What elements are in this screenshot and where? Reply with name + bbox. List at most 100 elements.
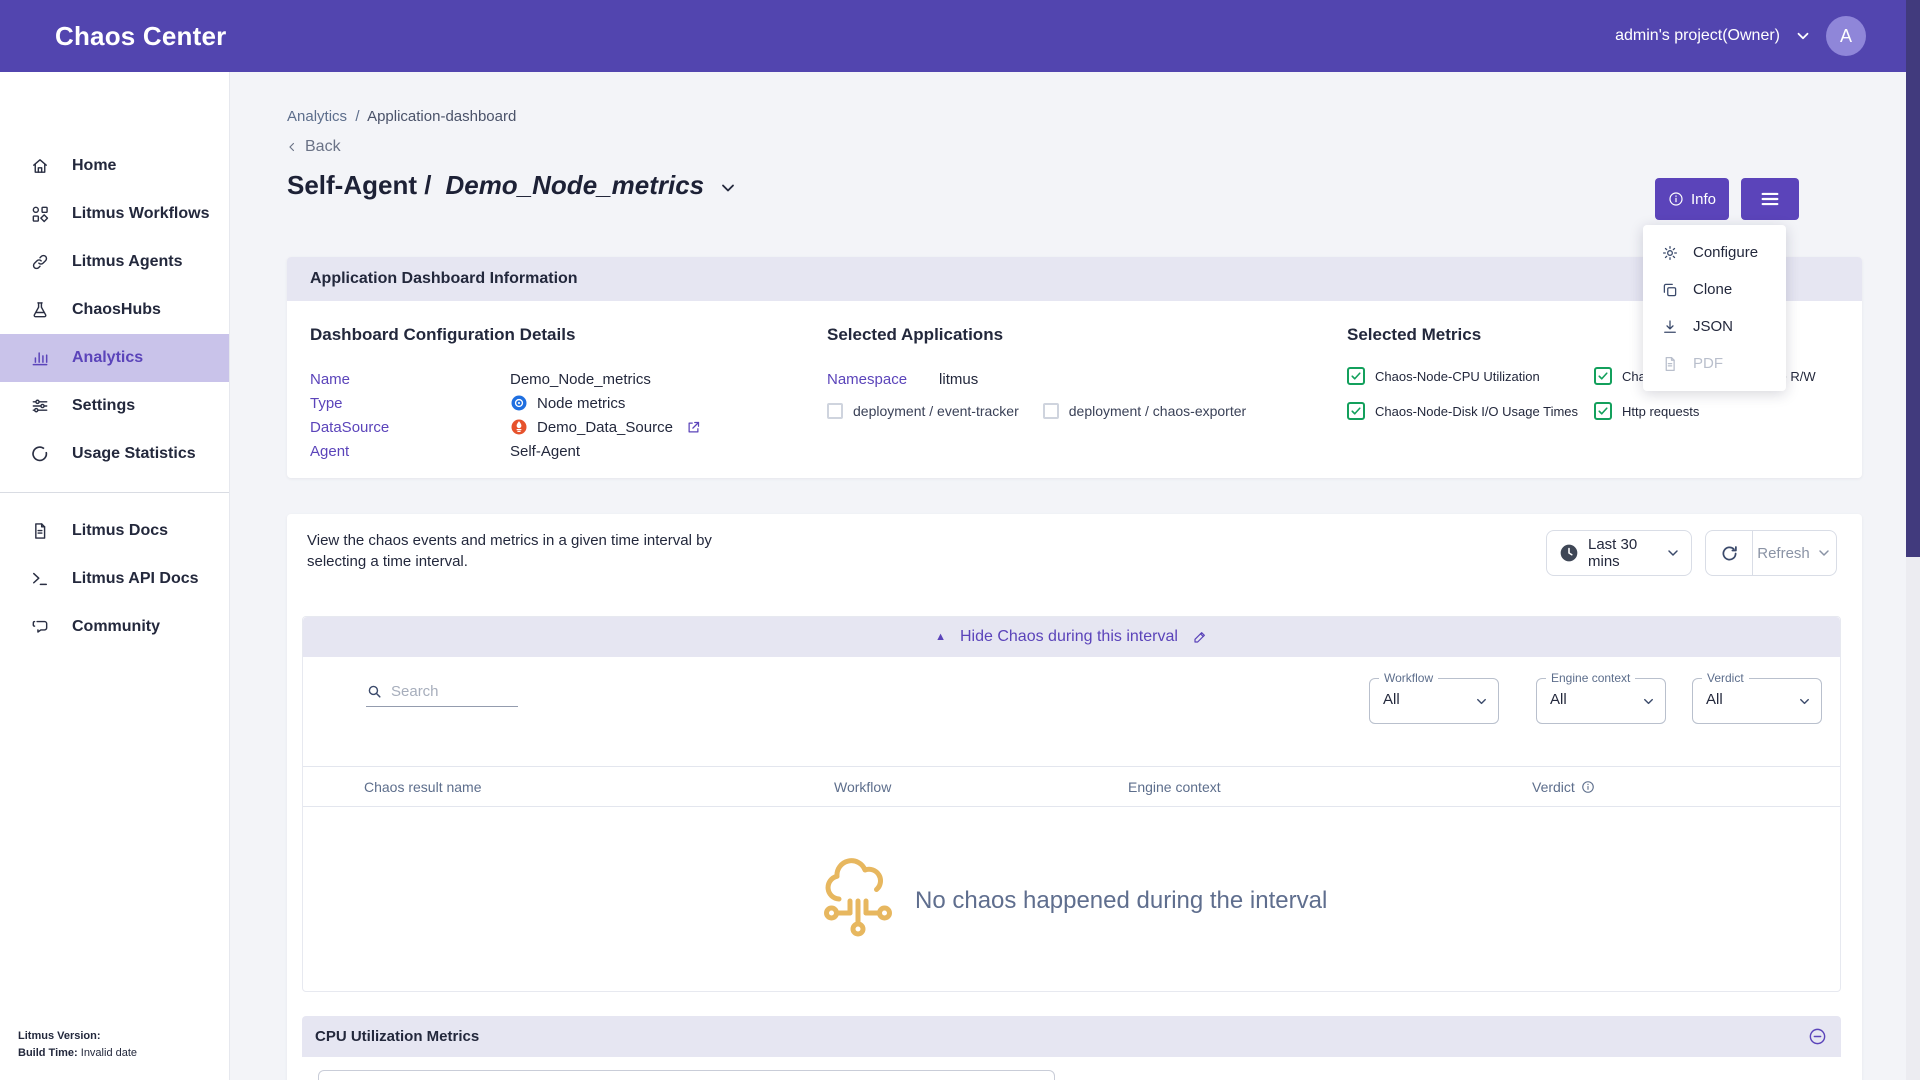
sidebar-item-label: Litmus API Docs bbox=[72, 570, 199, 588]
menu-item-json[interactable]: JSON bbox=[1643, 308, 1786, 345]
info-icon bbox=[1668, 191, 1684, 207]
node-metrics-icon bbox=[510, 394, 528, 412]
menu-item-configure[interactable]: Configure bbox=[1643, 234, 1786, 271]
column-header-workflow: Workflow bbox=[834, 779, 891, 795]
metric-disk-io-times[interactable]: Chaos-Node-Disk I/O Usage Times bbox=[1347, 402, 1594, 420]
search-icon bbox=[366, 683, 383, 700]
build-value: Invalid date bbox=[78, 1047, 137, 1059]
pencil-icon[interactable] bbox=[1192, 629, 1208, 645]
sidebar: Home Litmus Workflows Litmus Agents Chao… bbox=[0, 72, 230, 1080]
clone-icon bbox=[1661, 281, 1679, 299]
workflows-icon bbox=[30, 204, 50, 224]
checkbox-checked[interactable] bbox=[1347, 367, 1365, 385]
breadcrumb: Analytics / Application-dashboard bbox=[287, 108, 516, 125]
check-icon bbox=[1597, 405, 1609, 417]
config-row-agent: Agent Self-Agent bbox=[310, 439, 701, 463]
back-button[interactable]: Back bbox=[285, 138, 341, 156]
sidebar-item-analytics[interactable]: Analytics bbox=[0, 334, 229, 382]
hide-chaos-toggle[interactable]: ▲ Hide Chaos during this interval bbox=[303, 617, 1840, 657]
sidebar-item-label: Litmus Agents bbox=[72, 253, 183, 271]
check-icon bbox=[1597, 370, 1609, 382]
info-circle-icon[interactable] bbox=[1581, 780, 1595, 794]
table-divider bbox=[303, 806, 1840, 807]
avatar[interactable]: A bbox=[1826, 16, 1866, 56]
checkbox-checked[interactable] bbox=[1347, 402, 1365, 420]
engine-context-filter-select[interactable]: Engine context All bbox=[1536, 678, 1666, 724]
file-icon bbox=[1661, 355, 1679, 373]
refresh-controls: Refresh bbox=[1705, 530, 1837, 576]
sidebar-item-label: Usage Statistics bbox=[72, 445, 196, 463]
sidebar-item-settings[interactable]: Settings bbox=[0, 382, 229, 430]
bar-chart-icon bbox=[30, 348, 50, 368]
metrics-card: View the chaos events and metrics in a g… bbox=[287, 514, 1862, 1080]
column-header-engine-context: Engine context bbox=[1128, 779, 1221, 795]
sidebar-item-label: Home bbox=[72, 157, 116, 175]
selected-applications: Selected Applications Namespace litmus d… bbox=[827, 325, 1246, 419]
menu-item-pdf[interactable]: PDF bbox=[1643, 345, 1786, 382]
checkbox-event-tracker[interactable]: deployment / event-tracker bbox=[827, 403, 1019, 419]
project-selector-label[interactable]: admin's project(Owner) bbox=[1615, 27, 1780, 45]
version-label: Litmus Version: bbox=[18, 1030, 101, 1042]
config-row-name: Name Demo_Node_metrics bbox=[310, 367, 701, 391]
download-icon bbox=[1661, 318, 1679, 336]
collapse-triangle-icon: ▲ bbox=[935, 631, 946, 643]
sidebar-item-litmus-agents[interactable]: Litmus Agents bbox=[0, 238, 229, 286]
link-icon bbox=[30, 252, 50, 272]
empty-state: No chaos happened during the interval bbox=[823, 857, 1327, 945]
checkbox-unchecked[interactable] bbox=[827, 403, 843, 419]
checkbox-unchecked[interactable] bbox=[1043, 403, 1059, 419]
refresh-dropdown[interactable]: Refresh bbox=[1753, 531, 1836, 575]
chevron-left-icon bbox=[285, 140, 299, 154]
table-divider bbox=[303, 766, 1840, 767]
config-row-datasource: DataSource Demo_Data_Source bbox=[310, 415, 701, 439]
chevron-down-icon bbox=[1816, 545, 1832, 561]
brand-title: Chaos Center bbox=[55, 21, 226, 52]
sidebar-item-litmus-workflows[interactable]: Litmus Workflows bbox=[0, 190, 229, 238]
metric-http-requests[interactable]: Http requests bbox=[1594, 402, 1841, 420]
checkbox-checked[interactable] bbox=[1594, 402, 1612, 420]
chevron-down-icon[interactable] bbox=[718, 178, 738, 198]
search-input[interactable] bbox=[391, 683, 501, 700]
checkbox-checked[interactable] bbox=[1594, 367, 1612, 385]
application-dashboard-information-card: Application Dashboard Information Dashbo… bbox=[287, 257, 1862, 478]
time-range-dropdown[interactable]: Last 30 mins bbox=[1546, 530, 1692, 576]
sidebar-item-label: Analytics bbox=[72, 349, 143, 367]
chevron-down-icon[interactable] bbox=[1794, 27, 1812, 45]
column-header-chaos-result-name: Chaos result name bbox=[364, 779, 482, 795]
reload-button[interactable] bbox=[1706, 531, 1753, 575]
external-link-icon[interactable] bbox=[686, 420, 701, 435]
actions-dropdown-menu: Configure Clone JSON PDF bbox=[1643, 225, 1786, 391]
sidebar-item-label: ChaosHubs bbox=[72, 301, 161, 319]
check-icon bbox=[1350, 405, 1362, 417]
chevron-down-icon bbox=[1474, 694, 1489, 709]
sidebar-footer: Litmus Version: Build Time: Invalid date bbox=[18, 1028, 137, 1062]
flask-icon bbox=[30, 300, 50, 320]
sidebar-divider bbox=[0, 492, 229, 493]
sidebar-item-chaoshubs[interactable]: ChaosHubs bbox=[0, 286, 229, 334]
sidebar-item-community[interactable]: Community bbox=[0, 603, 229, 651]
title-dashboard-name: Demo_Node_metrics bbox=[445, 170, 704, 201]
menu-item-clone[interactable]: Clone bbox=[1643, 271, 1786, 308]
app-screen: Chaos Center admin's project(Owner) A Ho… bbox=[0, 0, 1920, 1080]
config-row-type: Type Node metrics bbox=[310, 391, 701, 415]
collapse-minus-icon[interactable] bbox=[1808, 1027, 1827, 1046]
chevron-down-icon bbox=[1641, 694, 1656, 709]
sidebar-item-home[interactable]: Home bbox=[0, 142, 229, 190]
sidebar-item-litmus-api-docs[interactable]: Litmus API Docs bbox=[0, 555, 229, 603]
sidebar-item-usage-statistics[interactable]: Usage Statistics bbox=[0, 430, 229, 478]
vertical-scrollbar[interactable] bbox=[1906, 0, 1920, 1080]
sidebar-item-litmus-docs[interactable]: Litmus Docs bbox=[0, 507, 229, 555]
checkbox-chaos-exporter[interactable]: deployment / chaos-exporter bbox=[1043, 403, 1246, 419]
metric-cpu-utilization[interactable]: Chaos-Node-CPU Utilization bbox=[1347, 367, 1594, 385]
verdict-filter-select[interactable]: Verdict All bbox=[1692, 678, 1822, 724]
more-actions-button[interactable] bbox=[1741, 178, 1799, 220]
info-button[interactable]: Info bbox=[1655, 178, 1729, 220]
community-icon bbox=[30, 617, 50, 637]
chart-panel-partial bbox=[318, 1070, 1055, 1080]
scrollbar-thumb[interactable] bbox=[1906, 0, 1920, 557]
sidebar-item-label: Settings bbox=[72, 397, 135, 415]
breadcrumb-analytics[interactable]: Analytics bbox=[287, 108, 347, 125]
search-box bbox=[366, 683, 518, 707]
title-agent: Self-Agent / bbox=[287, 170, 431, 201]
workflow-filter-select[interactable]: Workflow All bbox=[1369, 678, 1499, 724]
